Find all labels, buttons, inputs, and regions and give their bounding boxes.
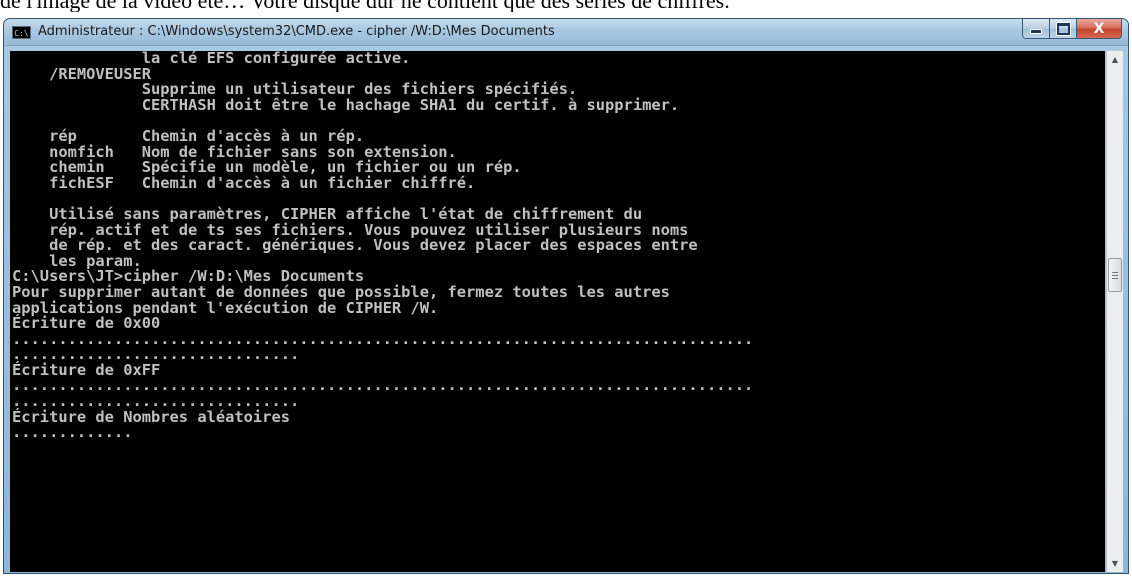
vertical-scrollbar[interactable]: ▲ ▼ [1106,51,1123,572]
console-line: Écriture de Nombres aléatoires [12,407,290,426]
minimize-button[interactable] [1022,19,1050,39]
close-icon: X [1093,20,1105,37]
caption-buttons: X [1022,19,1122,39]
cmd-window: C:\ Administrateur : C:\Windows\system32… [3,18,1129,574]
console-line: applications pendant l'exécution de CIPH… [12,298,439,317]
console-line: la clé EFS configurée active. [12,51,411,67]
scroll-thumb[interactable] [1108,258,1122,292]
maximize-icon [1056,22,1070,35]
console-line: ............................... [12,345,300,364]
title-bar[interactable]: C:\ Administrateur : C:\Windows\system32… [4,19,1128,46]
close-button[interactable]: X [1077,19,1122,39]
scroll-down-icon[interactable]: ▼ [1107,555,1123,572]
console-line: fichESF Chemin d'accès à un fichier chif… [12,173,476,192]
grip-icon [1112,271,1118,279]
background-page-text: de l'image de la vidéo été… Votre disque… [0,0,1132,12]
maximize-button[interactable] [1050,19,1077,39]
window-title: Administrateur : C:\Windows\system32\CMD… [38,24,555,39]
console-output[interactable]: la clé EFS configurée active. /REMOVEUSE… [10,51,1105,572]
console-text: la clé EFS configurée active. /REMOVEUSE… [10,51,1105,441]
console-line: CERTHASH doit être le hachage SHA1 du ce… [12,95,680,114]
scroll-up-icon[interactable]: ▲ [1107,51,1123,68]
cmd-icon[interactable]: C:\ [12,26,31,39]
console-line: de rép. et des caract. génériques. Vous … [12,236,698,255]
minimize-icon [1030,29,1042,34]
console-line: ............. [12,423,133,442]
